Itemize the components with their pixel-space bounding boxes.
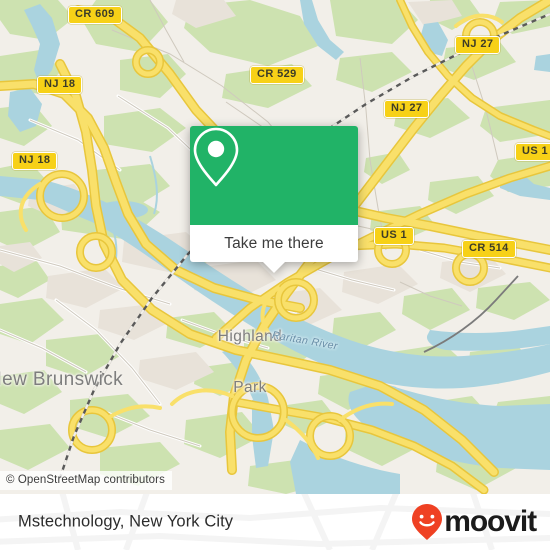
take-me-there-popup[interactable]: Take me there xyxy=(190,126,358,273)
road-shield-cr-529[interactable]: CR 529 xyxy=(250,66,304,84)
location-pin-icon xyxy=(193,127,239,187)
road-shield-us-1-b[interactable]: US 1 xyxy=(374,227,415,245)
road-shield-nj-27-a[interactable]: NJ 27 xyxy=(455,36,501,54)
map-canvas[interactable]: Highland Park New Brunswick Raritan Rive… xyxy=(0,0,550,494)
road-shield-nj-27-b[interactable]: NJ 27 xyxy=(384,100,430,118)
road-shield-cr-514[interactable]: CR 514 xyxy=(462,240,516,258)
osm-attribution[interactable]: © OpenStreetMap contributors xyxy=(0,471,172,490)
moovit-smile-pin-icon xyxy=(412,504,443,540)
popup-footer[interactable]: Take me there xyxy=(190,225,358,273)
location-title: Mstechnology, New York City xyxy=(18,512,234,531)
road-shield-cr-609[interactable]: CR 609 xyxy=(68,6,122,24)
road-shield-nj-18-a[interactable]: NJ 18 xyxy=(37,76,83,94)
bottom-info-bar: Mstechnology, New York City moovit xyxy=(0,494,550,550)
moovit-wordmark: moovit xyxy=(444,505,537,538)
road-shield-nj-18-b[interactable]: NJ 18 xyxy=(12,152,58,170)
take-me-there-label: Take me there xyxy=(224,234,324,252)
popup-header xyxy=(190,126,358,225)
moovit-logo[interactable]: moovit xyxy=(411,503,537,541)
road-shield-us-1-a[interactable]: US 1 xyxy=(515,143,550,161)
map-screenshot: Highland Park New Brunswick Raritan Rive… xyxy=(0,0,550,550)
popup-tail-triangle xyxy=(263,262,285,273)
